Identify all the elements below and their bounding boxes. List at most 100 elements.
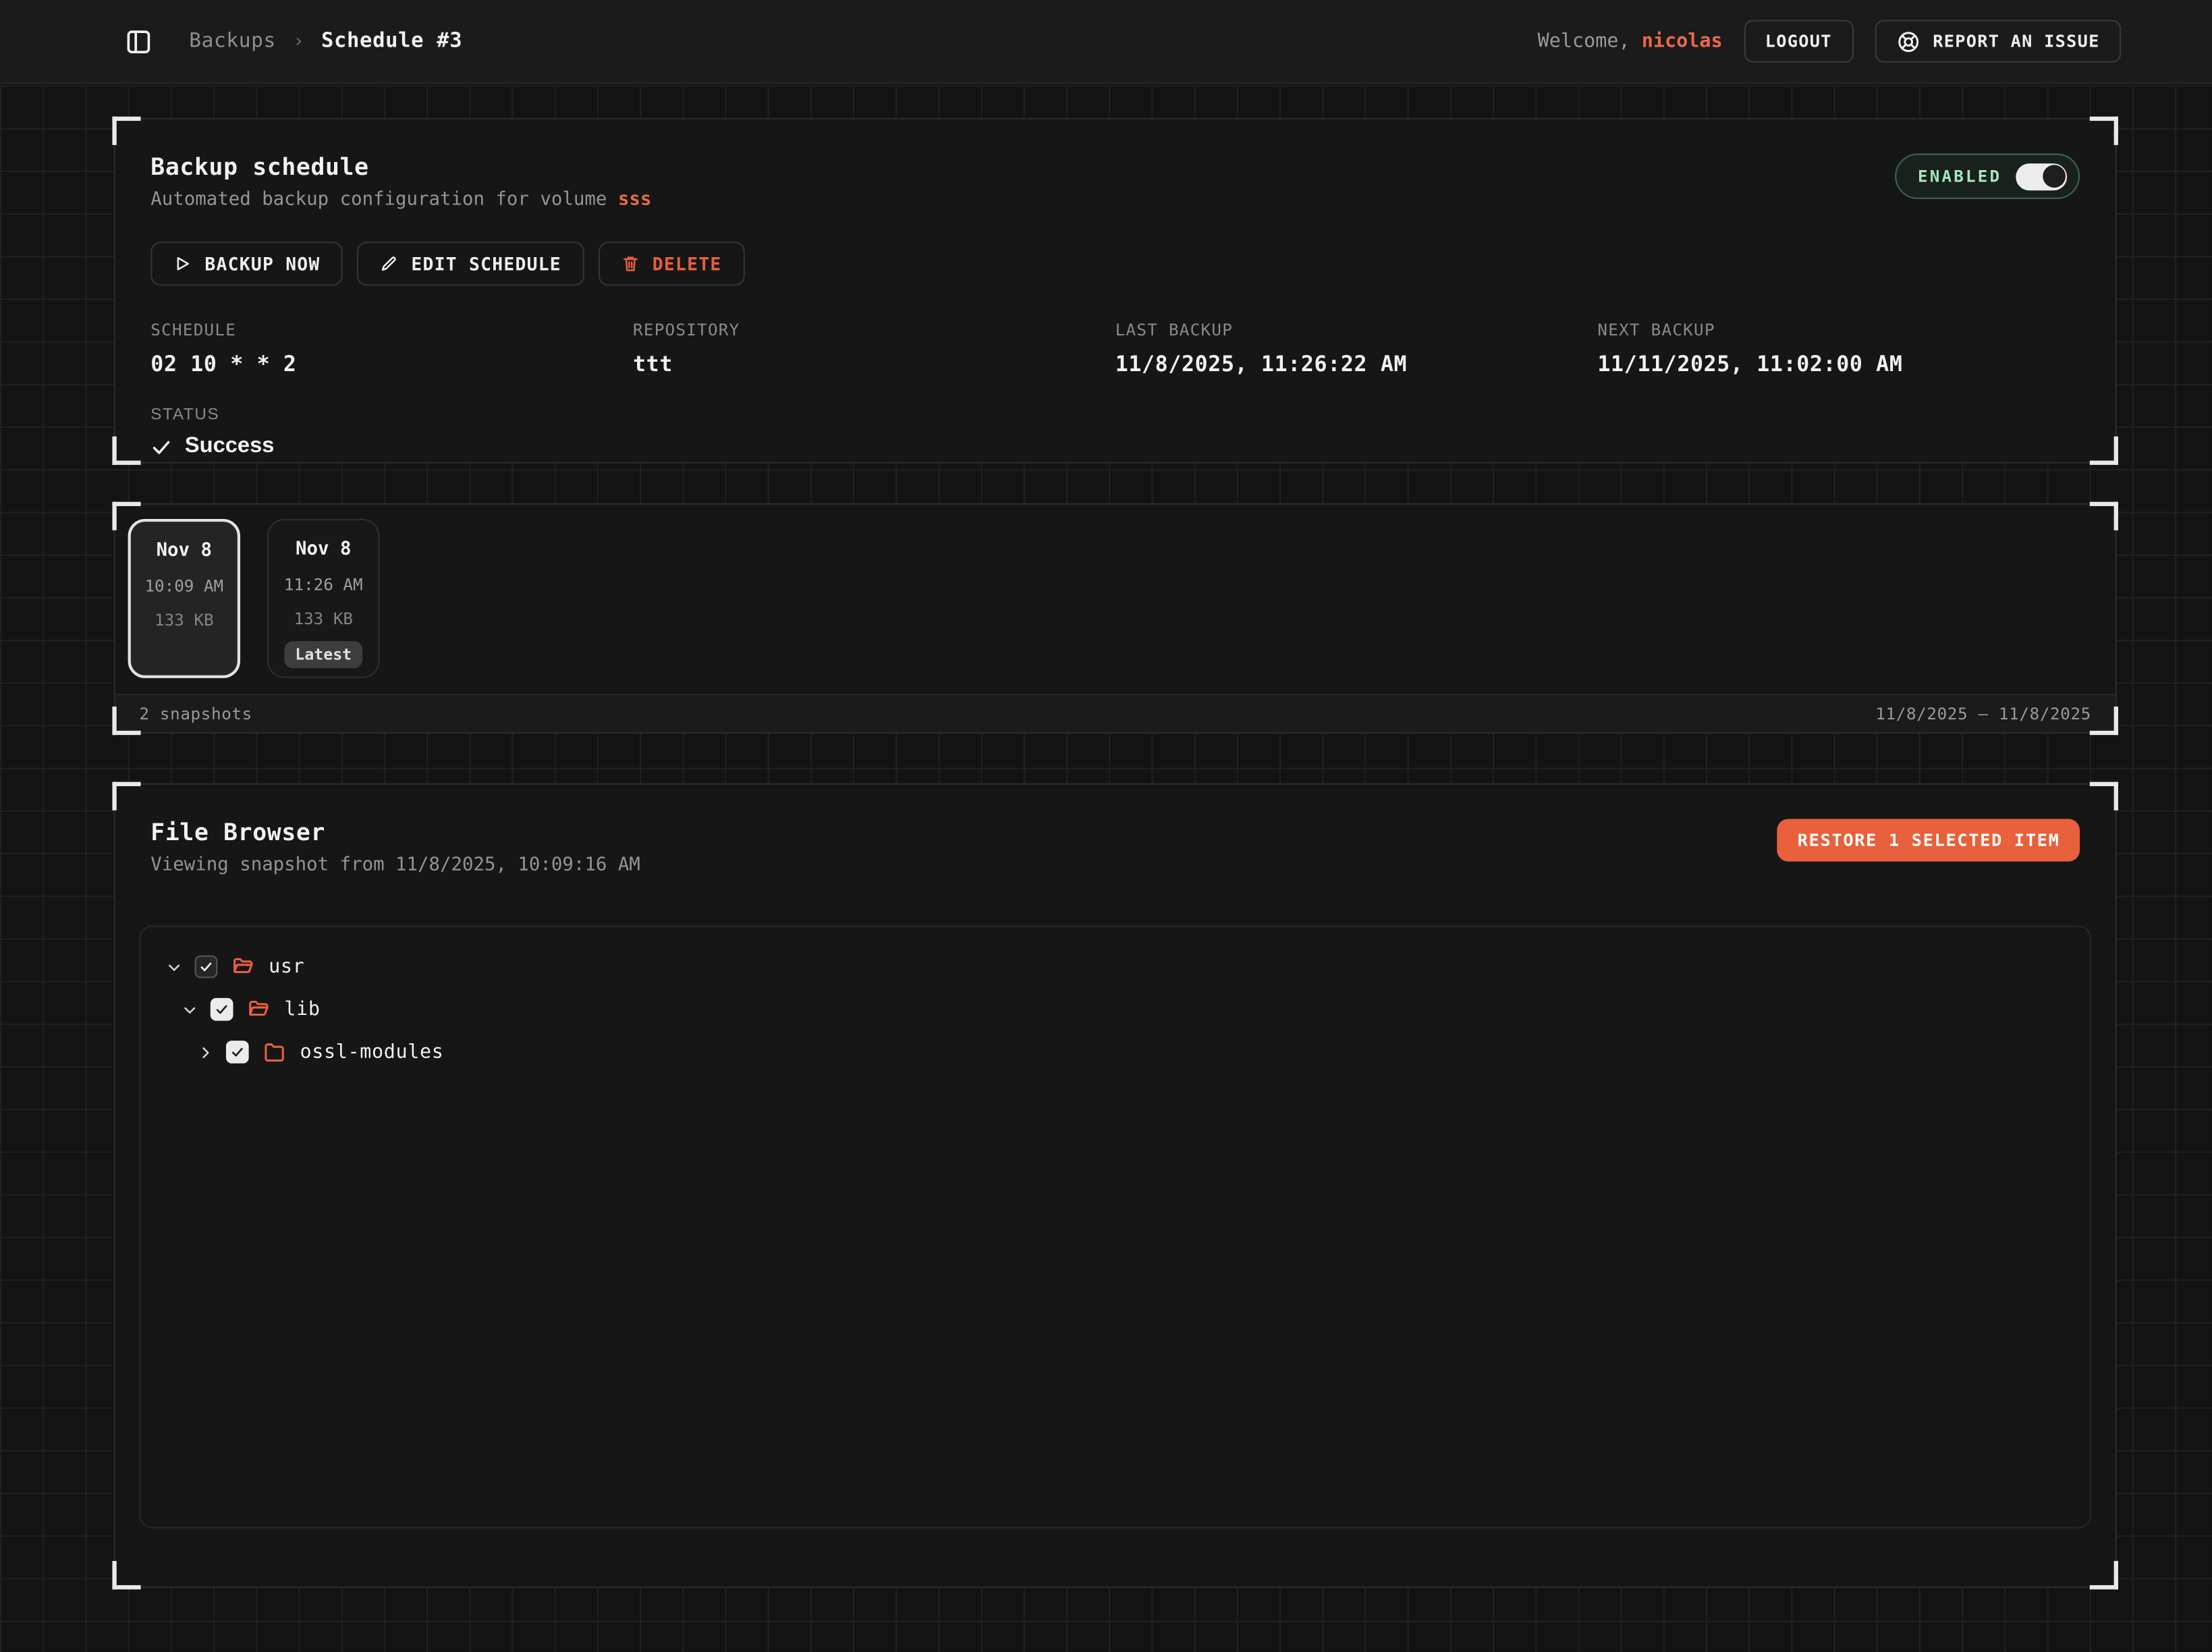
snapshot-list: Nov 8 10:09 AM 133 KB Nov 8 11:26 AM 133… — [115, 505, 2116, 678]
corner-bracket-icon — [2090, 707, 2118, 735]
welcome-text: Welcome, nicolas — [1538, 30, 1723, 53]
chevron-down-icon[interactable] — [179, 1001, 198, 1017]
snapshot-date: Nov 8 — [269, 539, 378, 560]
status-block: STATUS Success — [150, 407, 2080, 460]
snapshot-count: 2 snapshots — [139, 704, 252, 723]
corner-bracket-icon — [2090, 437, 2118, 465]
username: nicolas — [1642, 30, 1723, 53]
pencil-icon — [380, 254, 398, 273]
restore-selected-button[interactable]: RESTORE 1 SELECTED ITEM — [1777, 819, 2080, 861]
top-bar: Backups › Schedule #3 Welcome, nicolas L… — [0, 0, 2212, 84]
corner-bracket-icon — [2090, 1561, 2118, 1589]
field-value: 11/8/2025, 11:26:22 AM — [1115, 351, 1598, 377]
folder-closed-icon — [263, 1041, 286, 1064]
snapshot-card-selected[interactable]: Nov 8 10:09 AM 133 KB — [128, 519, 240, 678]
snapshot-date-range: 11/8/2025 – 11/8/2025 — [1875, 704, 2091, 723]
play-icon — [173, 254, 192, 273]
snapshot-card-latest[interactable]: Nov 8 11:26 AM 133 KB Latest — [267, 519, 379, 678]
corner-bracket-icon — [2090, 502, 2118, 530]
sidebar-toggle-button[interactable] — [125, 28, 152, 55]
breadcrumb-separator-icon: › — [293, 30, 304, 52]
toggle-knob — [2042, 165, 2065, 188]
corner-bracket-icon — [112, 117, 140, 145]
field-label: REPOSITORY — [633, 320, 1115, 339]
corner-bracket-icon — [112, 437, 140, 465]
corner-bracket-icon — [2090, 117, 2118, 145]
enabled-toggle[interactable]: ENABLED — [1895, 154, 2080, 199]
enabled-label: ENABLED — [1918, 166, 2001, 186]
file-tree-panel: usr lib — [139, 925, 2091, 1528]
checkbox-checked[interactable] — [195, 956, 218, 979]
field-label: SCHEDULE — [150, 320, 633, 339]
field-next-backup: NEXT BACKUP 11/11/2025, 11:02:00 AM — [1597, 320, 2080, 377]
corner-bracket-icon — [112, 707, 140, 735]
latest-badge: Latest — [284, 641, 363, 668]
corner-bracket-icon — [112, 782, 140, 810]
backup-schedule-card: Backup schedule Automated backup configu… — [114, 118, 2117, 464]
delete-button[interactable]: DELETE — [599, 242, 744, 285]
tree-row-ossl-modules: ossl-modules — [163, 1030, 2090, 1073]
logout-label: LOGOUT — [1765, 31, 1832, 51]
folder-open-icon — [248, 998, 271, 1021]
edit-schedule-button[interactable]: EDIT SCHEDULE — [357, 242, 584, 285]
app-window: Backups › Schedule #3 Welcome, nicolas L… — [0, 0, 2212, 1652]
breadcrumb-root[interactable]: Backups — [189, 30, 276, 53]
trash-icon — [621, 254, 639, 273]
tree-row-usr: usr — [163, 945, 2090, 988]
schedule-fields: SCHEDULE 02 10 * * 2 REPOSITORY ttt LAST… — [150, 320, 2080, 377]
page-background-grid: Backup schedule Automated backup configu… — [0, 85, 2212, 1652]
corner-bracket-icon — [112, 502, 140, 530]
field-last-backup: LAST BACKUP 11/8/2025, 11:26:22 AM — [1115, 320, 1598, 377]
field-value: ttt — [633, 351, 1115, 377]
snapshot-size: 133 KB — [131, 610, 238, 630]
field-label: LAST BACKUP — [1115, 320, 1598, 339]
schedule-card-subtitle: Automated backup configuration for volum… — [150, 189, 651, 211]
report-issue-button[interactable]: REPORT AN ISSUE — [1875, 20, 2121, 62]
file-browser-heading: File Browser Viewing snapshot from 11/8/… — [150, 819, 640, 875]
logout-button[interactable]: LOGOUT — [1744, 20, 1853, 62]
tree-item-name[interactable]: ossl-modules — [300, 1041, 444, 1064]
snapshots-footer: 2 snapshots 11/8/2025 – 11/8/2025 — [115, 694, 2116, 732]
field-value: 02 10 * * 2 — [150, 351, 633, 377]
subtitle-prefix: Automated backup configuration for volum… — [150, 189, 618, 211]
file-browser-subtitle: Viewing snapshot from 11/8/2025, 10:09:1… — [150, 854, 640, 876]
breadcrumb-current: Schedule #3 — [321, 30, 462, 53]
volume-name: sss — [618, 189, 651, 211]
snapshots-strip-card: Nov 8 10:09 AM 133 KB Nov 8 11:26 AM 133… — [114, 503, 2117, 734]
status-label: STATUS — [150, 407, 2080, 424]
chevron-down-icon[interactable] — [163, 959, 183, 974]
corner-bracket-icon — [2090, 782, 2118, 810]
snapshot-time: 11:26 AM — [269, 574, 378, 594]
backup-now-label: BACKUP NOW — [204, 253, 320, 275]
schedule-card-title: Backup schedule — [150, 154, 651, 181]
backup-now-button[interactable]: BACKUP NOW — [150, 242, 343, 285]
toggle-switch[interactable] — [2016, 163, 2067, 190]
corner-bracket-icon — [112, 1561, 140, 1589]
field-label: NEXT BACKUP — [1597, 320, 2080, 339]
status-value: Success — [185, 434, 275, 460]
snapshot-time: 10:09 AM — [131, 576, 238, 595]
schedule-card-heading: Backup schedule Automated backup configu… — [150, 154, 651, 211]
top-bar-right: Welcome, nicolas LOGOUT REPORT AN ISSUE — [1538, 20, 2122, 62]
delete-label: DELETE — [653, 253, 722, 275]
checkbox-checked[interactable] — [211, 998, 233, 1021]
file-browser-card: File Browser Viewing snapshot from 11/8/… — [114, 783, 2117, 1588]
report-issue-label: REPORT AN ISSUE — [1933, 31, 2099, 51]
tree-row-lib: lib — [163, 988, 2090, 1030]
chevron-right-icon[interactable] — [195, 1044, 215, 1059]
check-icon — [150, 436, 172, 458]
sidebar-panel-icon — [125, 28, 152, 55]
snapshot-size: 133 KB — [269, 609, 378, 628]
welcome-prefix: Welcome, — [1538, 30, 1642, 53]
tree-item-name[interactable]: usr — [269, 956, 304, 979]
field-value: 11/11/2025, 11:02:00 AM — [1597, 351, 2080, 377]
restore-label: RESTORE 1 SELECTED ITEM — [1798, 830, 2060, 850]
edit-schedule-label: EDIT SCHEDULE — [411, 253, 561, 275]
checkbox-checked[interactable] — [226, 1041, 249, 1064]
folder-open-icon — [231, 956, 254, 979]
lifebuoy-icon — [1896, 29, 1920, 53]
field-schedule: SCHEDULE 02 10 * * 2 — [150, 320, 633, 377]
tree-item-name[interactable]: lib — [284, 998, 320, 1021]
field-repository: REPOSITORY ttt — [633, 320, 1115, 377]
file-browser-title: File Browser — [150, 819, 640, 846]
